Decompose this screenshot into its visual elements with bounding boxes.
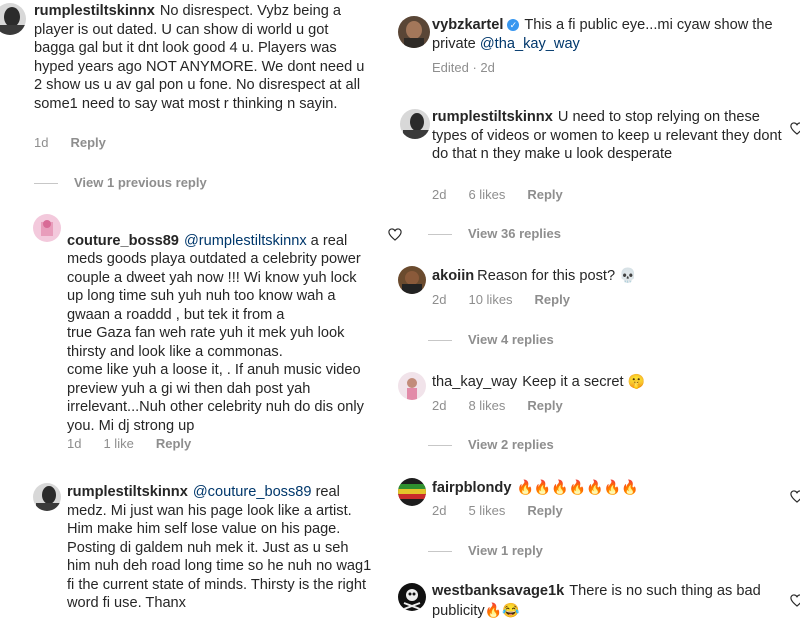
avatar[interactable] [33, 214, 61, 242]
mention-link[interactable]: @tha_kay_way [480, 36, 580, 52]
divider-line [428, 234, 452, 236]
right-comment-thread: vybzkartel ✓ This a fi public eye...mi cya… [388, 0, 800, 621]
mention-link[interactable]: @rumplestiltskinnx [184, 233, 307, 249]
comment-time[interactable]: 2d [432, 292, 446, 307]
comment-akoiin: akoiin Reason for this post? 💀 2d 10 likes… [388, 264, 800, 324]
view-replies-button[interactable]: View 36 replies [428, 226, 561, 241]
comment-time[interactable]: 2d [432, 503, 446, 518]
like-count[interactable]: 1 like [103, 436, 133, 451]
skull-emoji: 💀 [619, 267, 637, 283]
view-previous-replies-label: View 1 previous reply [74, 175, 207, 190]
heart-outline-icon[interactable] [790, 594, 800, 607]
reply-button[interactable]: Reply [70, 135, 105, 150]
avatar[interactable] [398, 372, 426, 400]
reply-button[interactable]: Reply [535, 292, 570, 307]
comment-username[interactable]: rumplestiltskinnx [67, 484, 188, 500]
comment-couture-boss89: couture_boss89 @rumplestiltskinnx a real … [0, 210, 380, 460]
like-count[interactable]: 6 likes [468, 187, 505, 202]
comment-username[interactable]: tha_kay_way [432, 374, 517, 390]
view-replies-button[interactable]: View 2 replies [428, 437, 554, 452]
view-replies-button[interactable]: View 1 reply [428, 543, 543, 558]
view-replies-label: View 2 replies [468, 437, 554, 452]
comment-time[interactable]: 1d [34, 135, 48, 150]
tears-of-joy-emoji: 😂 [502, 601, 520, 618]
caption-edited-time: Edited · 2d [432, 60, 495, 75]
mention-link[interactable]: @couture_boss89 [193, 484, 312, 500]
comment-time[interactable]: 2d [432, 398, 446, 413]
comment-rumplestiltskinnx-3: rumplestiltskinnx U need to stop relying … [388, 106, 800, 216]
divider-line [34, 183, 58, 185]
reply-button[interactable]: Reply [156, 436, 191, 451]
shushing-face-emoji: 🤫 [627, 373, 646, 389]
reply-button[interactable]: Reply [527, 398, 562, 413]
view-replies-label: View 4 replies [468, 332, 554, 347]
comment-text: real medz. Mi just wan his page look lik… [67, 484, 372, 611]
comment-rumplestiltskinnx-2: rumplestiltskinnx @couture_boss89 real me… [0, 480, 380, 621]
avatar[interactable] [398, 16, 430, 48]
comment-text: No disrespect. Vybz being a player is ou… [34, 3, 365, 112]
post-caption: vybzkartel ✓ This a fi public eye...mi cya… [388, 0, 800, 90]
verified-badge-icon: ✓ [507, 19, 520, 31]
like-count[interactable]: 5 likes [468, 503, 505, 518]
view-replies-label: View 36 replies [468, 226, 561, 241]
avatar[interactable] [398, 266, 426, 294]
like-count[interactable]: 10 likes [468, 292, 512, 307]
caption-username[interactable]: vybzkartel [432, 17, 503, 33]
avatar[interactable] [33, 483, 61, 511]
avatar[interactable] [400, 109, 430, 139]
comment-westbanksavage1k: westbanksavage1k There is no such thing a… [388, 580, 800, 621]
comment-username[interactable]: rumplestiltskinnx [432, 109, 553, 125]
comment-username[interactable]: westbanksavage1k [432, 583, 564, 599]
avatar[interactable] [0, 3, 26, 35]
comment-time[interactable]: 2d [432, 187, 446, 202]
view-replies-button[interactable]: View 4 replies [428, 332, 554, 347]
comment-username[interactable]: couture_boss89 [67, 233, 179, 249]
fire-emoji: 🔥 [484, 601, 503, 618]
divider-line [428, 340, 452, 342]
reply-button[interactable]: Reply [527, 187, 562, 202]
view-previous-replies-button[interactable]: View 1 previous reply [34, 175, 207, 190]
heart-outline-icon[interactable] [790, 122, 800, 135]
comment-text: Keep it a secret [522, 374, 628, 390]
fire-emoji: 🔥🔥🔥🔥🔥🔥🔥 [516, 479, 639, 495]
comment-username[interactable]: akoiin [432, 268, 474, 284]
comment-text: Reason for this post? [477, 268, 620, 284]
comment-username[interactable]: rumplestiltskinnx [34, 3, 155, 19]
avatar[interactable] [398, 478, 426, 506]
reply-button[interactable]: Reply [527, 503, 562, 518]
heart-outline-icon[interactable] [790, 490, 800, 503]
left-comment-thread: rumplestiltskinnx No disrespect. Vybz bei… [0, 0, 380, 621]
comment-time[interactable]: 1d [67, 436, 81, 451]
avatar[interactable] [398, 583, 426, 611]
like-count[interactable]: 8 likes [468, 398, 505, 413]
comment-username[interactable]: fairpblondy [432, 480, 511, 496]
comment-fairpblondy: fairpblondy 🔥🔥🔥🔥🔥🔥🔥 2d 5 likes Reply [388, 476, 800, 536]
divider-line [428, 551, 452, 553]
comment-text: a real meds goods playa outdated a celeb… [67, 232, 364, 434]
view-replies-label: View 1 reply [468, 543, 543, 558]
divider-line [428, 445, 452, 447]
comment-rumplestiltskinnx-1: rumplestiltskinnx No disrespect. Vybz bei… [0, 0, 380, 160]
heart-outline-icon[interactable] [388, 228, 402, 241]
comment-tha-kay-way: tha_kay_way Keep it a secret 🤫 2d 8 likes R… [388, 370, 800, 430]
